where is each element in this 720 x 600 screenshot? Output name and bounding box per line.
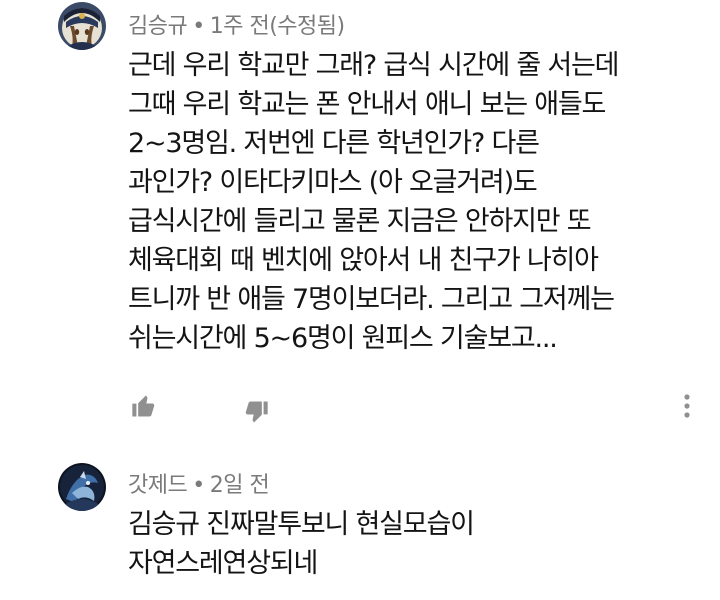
comment-text-line: 트니까 반 애들 7명이보더라. 그리고 그저께는	[128, 284, 615, 315]
comment-meta: 갓제드 • 2일 전	[128, 467, 270, 499]
avatar[interactable]	[58, 463, 106, 511]
avatar[interactable]	[58, 2, 106, 50]
comment-text: 근데 우리 학교만 그래? 급식 시간에 줄 서는데그때 우리 학교는 폰 안내…	[128, 46, 688, 358]
comment-text-line: 과인가? 이타다키마스 (아 오글거려)도	[128, 167, 538, 198]
dislike-button[interactable]	[238, 394, 274, 430]
more-options-button[interactable]	[672, 388, 702, 424]
thumbs-down-icon	[245, 401, 268, 423]
meta-separator: •	[192, 14, 205, 39]
like-button[interactable]	[126, 388, 162, 424]
comment-text-line: 2~3명임. 저번엔 다른 학년인가? 다른	[128, 128, 540, 159]
comment-text-line: 급식시간에 들리고 물론 지금은 안하지만 또	[128, 206, 592, 237]
meta-separator: •	[192, 473, 205, 498]
avatar-image	[58, 2, 106, 50]
comment-actions	[126, 388, 706, 424]
comment-text-line: 김승규 진짜말투보니 현실모습이	[128, 509, 475, 540]
avatar-image	[58, 463, 106, 511]
comment-meta: 김승규 • 1주 전(수정됨)	[128, 8, 345, 40]
comment-text-line: 그때 우리 학교는 폰 안내서 애니 보는 애들도	[128, 89, 606, 120]
comment-item: 갓제드 • 2일 전 김승규 진짜말투보니 현실모습이자연스레연상되네	[0, 445, 720, 600]
comment-author[interactable]: 김승규	[128, 14, 188, 39]
comment-author[interactable]: 갓제드	[128, 473, 188, 498]
comment-text-line: 자연스레연상되네	[128, 548, 318, 579]
thumbs-up-icon	[132, 395, 155, 417]
comment-text: 김승규 진짜말투보니 현실모습이자연스레연상되네	[128, 505, 688, 583]
comment-text-line: 근데 우리 학교만 그래? 급식 시간에 줄 서는데	[128, 50, 620, 81]
comment-text-line: 체육대회 때 벤치에 앉아서 내 친구가 나히아	[128, 245, 599, 276]
comment-time[interactable]: 1주 전(수정됨)	[210, 14, 345, 39]
comment-time[interactable]: 2일 전	[210, 473, 270, 498]
more-vertical-icon	[684, 394, 690, 418]
comment-text-line: 쉬는시간에 5~6명이 원피스 기술보고...	[128, 323, 558, 354]
comment-item: 김승규 • 1주 전(수정됨) 근데 우리 학교만 그래? 급식 시간에 줄 서는데…	[0, 0, 720, 445]
